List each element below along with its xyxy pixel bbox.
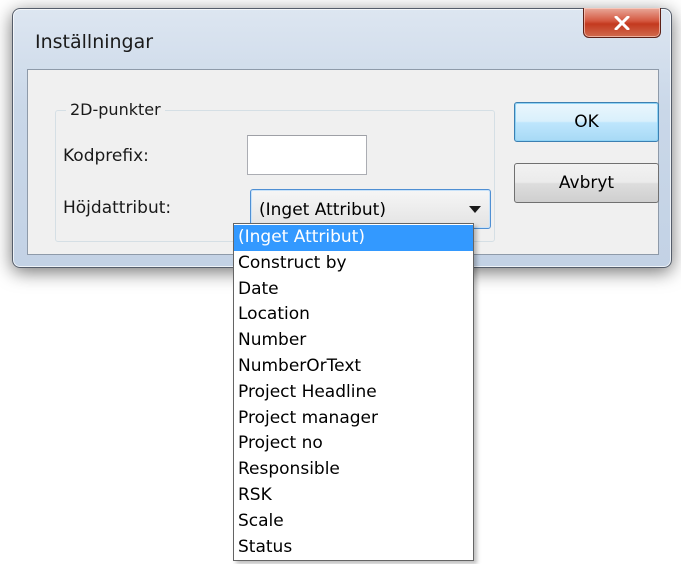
dropdown-option[interactable]: Location [234, 302, 473, 328]
dropdown-option[interactable]: Number [234, 328, 473, 354]
dialog-title: Inställningar [35, 31, 154, 53]
dropdown-option[interactable]: Scale [234, 509, 473, 535]
close-icon [614, 15, 630, 30]
dropdown-option[interactable]: Responsible [234, 457, 473, 483]
dropdown-option[interactable]: Project Headline [234, 380, 473, 406]
kodprefix-input[interactable] [247, 135, 367, 175]
cancel-button[interactable]: Avbryt [514, 163, 659, 203]
dropdown-option[interactable]: Project manager [234, 406, 473, 432]
dropdown-option[interactable]: Date [234, 277, 473, 303]
dropdown-option[interactable]: Project no [234, 431, 473, 457]
chevron-down-icon [469, 206, 481, 213]
ok-button[interactable]: OK [514, 102, 659, 142]
close-button[interactable] [583, 8, 661, 38]
dropdown-option[interactable]: RSK [234, 483, 473, 509]
hojdattribut-selected-value: (Inget Attribut) [259, 200, 386, 220]
group-label: 2D-punkter [66, 100, 165, 119]
dropdown-option[interactable]: Construct by [234, 251, 473, 277]
hojdattribut-dropdown-list[interactable]: (Inget Attribut) Construct by Date Locat… [233, 223, 474, 561]
dropdown-option[interactable]: Status [234, 535, 473, 561]
dropdown-option[interactable]: (Inget Attribut) [234, 225, 473, 251]
hojdattribut-label: Höjdattribut: [63, 198, 172, 218]
dropdown-option[interactable]: NumberOrText [234, 354, 473, 380]
kodprefix-label: Kodprefix: [63, 146, 149, 166]
